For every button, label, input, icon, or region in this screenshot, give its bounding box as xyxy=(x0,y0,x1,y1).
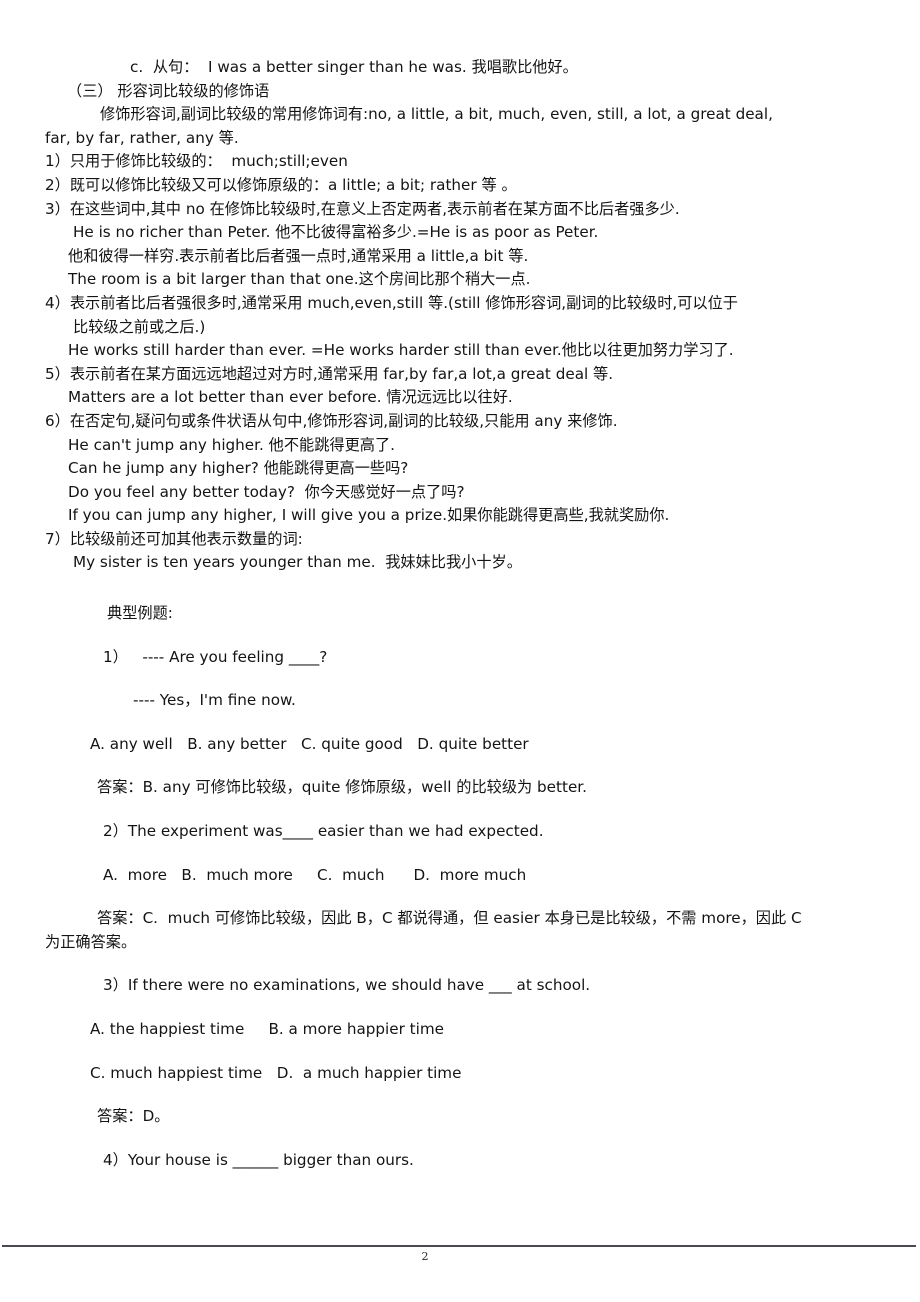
example-sentence: 他和彼得一样穷.表示前者比后者强一点时,通常采用 a little,a bit … xyxy=(68,246,529,265)
text-line: c. 从句： I was a better singer than he was… xyxy=(130,58,578,76)
document-body: c. 从句： I was a better singer than he was… xyxy=(45,56,875,1172)
example-sentence: Do you feel any better today? 你今天感觉好一点了吗… xyxy=(68,482,465,501)
document-page: c. 从句： I was a better singer than he was… xyxy=(0,0,920,1302)
question-1-extra: ---- Yes，I'm fine now. xyxy=(133,691,296,710)
example-sentence: He works still harder than ever. =He wor… xyxy=(68,341,734,360)
question-2-options: A. more B. much more C. much D. more muc… xyxy=(103,865,527,884)
question-2-stem: 2）The experiment was____ easier than we … xyxy=(103,822,544,841)
numbered-item-7: 7）比较级前还可加其他表示数量的词: xyxy=(45,529,303,548)
question-3-stem: 3）If there were no examinations, we shou… xyxy=(103,976,591,995)
numbered-item-2: 2）既可以修饰比较级又可以修饰原级的：a little; a bit; rath… xyxy=(45,175,517,194)
question-2-answer-cont: 为正确答案。 xyxy=(45,932,137,951)
footer-separator xyxy=(2,1245,916,1247)
numbered-item-1: 1）只用于修饰比较级的： much;still;even xyxy=(45,152,348,171)
numbered-item-6: 6）在否定句,疑问句或条件状语从句中,修饰形容词,副词的比较级,只能用 any … xyxy=(45,411,618,430)
page-number: 2 xyxy=(421,1250,429,1263)
question-2-answer: 答案：C. much 可修饰比较级，因此 B，C 都说得通，但 easier 本… xyxy=(97,909,802,928)
example-sentence: My sister is ten years younger than me. … xyxy=(73,553,522,572)
numbered-item-5: 5）表示前者在某方面远远地超过对方时,通常采用 far,by far,a lot… xyxy=(45,364,614,383)
numbered-item-4: 4）表示前者比后者强很多时,通常采用 much,even,still 等.(st… xyxy=(45,293,738,312)
example-sentence: He can't jump any higher. 他不能跳得更高了. xyxy=(68,435,395,454)
question-3-options-b: C. much happiest time D. a much happier … xyxy=(90,1063,462,1082)
question-3-answer: 答案：D。 xyxy=(97,1107,170,1126)
question-1-options: A. any well B. any better C. quite good … xyxy=(90,734,529,753)
example-sentence: Can he jump any higher? 他能跳得更高一些吗? xyxy=(68,459,409,478)
text-line: 比较级之前或之后.) xyxy=(73,317,206,336)
question-3-options-a: A. the happiest time B. a more happier t… xyxy=(90,1020,444,1038)
text-line: 修饰形容词,副词比较级的常用修饰词有:no, a little, a bit, … xyxy=(100,105,773,124)
text-line: far, by far, rather, any 等. xyxy=(45,128,239,147)
question-1-stem: 1） ---- Are you feeling ____? xyxy=(103,647,328,666)
question-1-answer: 答案：B. any 可修饰比较级，quite 修饰原级，well 的比较级为 b… xyxy=(97,778,587,797)
example-sentence: If you can jump any higher, I will give … xyxy=(68,506,670,525)
question-4-stem: 4）Your house is ______ bigger than ours. xyxy=(103,1150,414,1169)
examples-heading: 典型例题: xyxy=(107,604,173,623)
example-sentence: Matters are a lot better than ever befor… xyxy=(68,388,513,407)
example-sentence: He is no richer than Peter. 他不比彼得富裕多少.=H… xyxy=(73,223,599,242)
section-heading: （三） 形容词比较级的修饰语 xyxy=(67,81,270,100)
example-sentence: The room is a bit larger than that one.这… xyxy=(68,270,531,289)
numbered-item-3: 3）在这些词中,其中 no 在修饰比较级时,在意义上否定两者,表示前者在某方面不… xyxy=(45,199,680,218)
